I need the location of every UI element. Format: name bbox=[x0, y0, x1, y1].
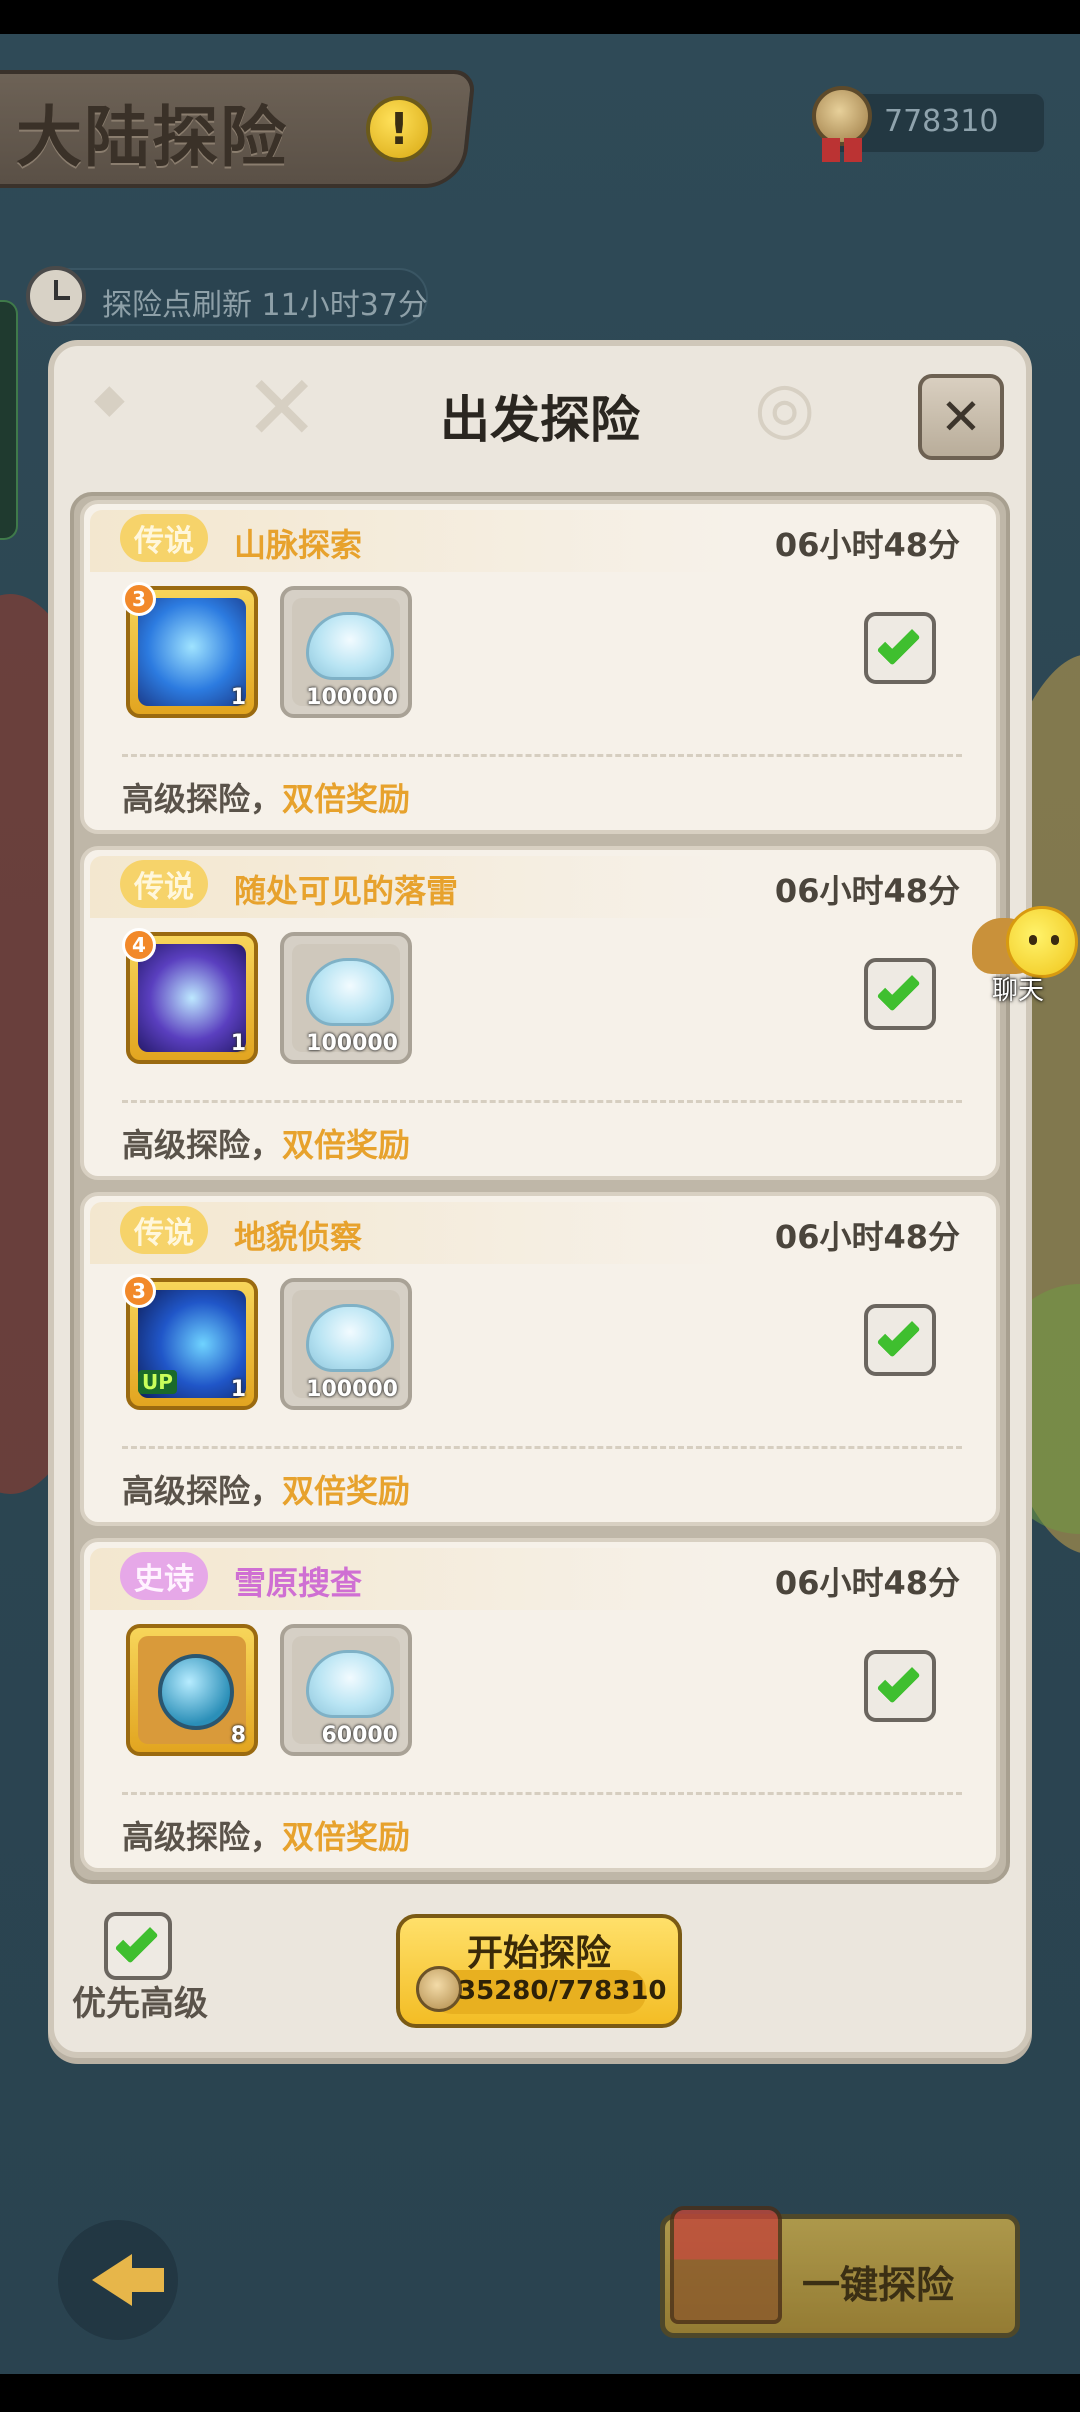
reward-shell-slot[interactable]: 60000 bbox=[280, 1624, 412, 1756]
quest-checkbox[interactable] bbox=[864, 958, 936, 1030]
rarity-tag: 传说 bbox=[120, 514, 208, 562]
reward-skill-slot[interactable]: 3 1 bbox=[122, 582, 258, 718]
shell-icon bbox=[306, 1650, 394, 1718]
item-count: 1 bbox=[230, 1377, 246, 1402]
chat-label[interactable]: 聊天 bbox=[992, 970, 1044, 1007]
rarity-tag: 史诗 bbox=[120, 1552, 208, 1600]
quest-name: 山脉探索 bbox=[234, 526, 363, 564]
item-count: 1 bbox=[230, 685, 246, 710]
checkmark-icon bbox=[876, 1659, 921, 1704]
medal-icon bbox=[416, 1966, 462, 2012]
quest-duration: 06小时48分 bbox=[774, 1564, 960, 1602]
divider bbox=[122, 1446, 962, 1449]
back-arrow-icon bbox=[92, 2254, 164, 2306]
item-count: 100000 bbox=[306, 1031, 398, 1056]
level-badge: 4 bbox=[122, 928, 156, 962]
quest-checkbox[interactable] bbox=[864, 1650, 936, 1722]
bonus-prefix: 高级探险， bbox=[122, 1818, 283, 1856]
bonus-prefix: 高级探险， bbox=[122, 1472, 283, 1510]
priority-label: 优先高级 bbox=[72, 1984, 208, 2024]
quest-duration: 06小时48分 bbox=[774, 526, 960, 564]
divider bbox=[122, 754, 962, 757]
bonus-text: 高级探险，双倍奖励 bbox=[122, 1812, 410, 1858]
clock-icon bbox=[26, 266, 86, 326]
checkmark-icon bbox=[876, 967, 921, 1012]
priority-checkbox[interactable] bbox=[104, 1912, 172, 1980]
shell-icon bbox=[306, 612, 394, 680]
quest-card[interactable]: 传说 随处可见的落雷 06小时48分 4 1 100000 高级探险，双倍奖励 bbox=[80, 846, 1000, 1180]
bonus-prefix: 高级探险， bbox=[122, 780, 283, 818]
item-count: 100000 bbox=[306, 685, 398, 710]
checkmark-icon bbox=[876, 621, 921, 666]
reward-shell-slot[interactable]: 100000 bbox=[280, 1278, 412, 1410]
divider bbox=[122, 1100, 962, 1103]
level-badge: 3 bbox=[122, 1274, 156, 1308]
quest-card[interactable]: 史诗 雪原搜查 06小时48分 8 60000 高级探险，双倍奖励 bbox=[80, 1538, 1000, 1872]
bonus-highlight: 双倍奖励 bbox=[282, 1472, 411, 1510]
quest-card[interactable]: 传说 地貌侦察 06小时48分 3 UP 1 100000 高级探险，双倍奖励 bbox=[80, 1192, 1000, 1526]
quest-card[interactable]: 传说 山脉探索 06小时48分 3 1 100000 高级探险，双倍奖励 bbox=[80, 500, 1000, 834]
item-count: 60000 bbox=[321, 1723, 398, 1748]
quest-name: 随处可见的落雷 bbox=[234, 872, 459, 910]
quest-name: 地貌侦察 bbox=[234, 1218, 363, 1256]
exclamation-icon[interactable]: ! bbox=[366, 96, 432, 162]
reward-shell-slot[interactable]: 100000 bbox=[280, 932, 412, 1064]
upgrade-badge: UP bbox=[138, 1370, 177, 1394]
bonus-prefix: 高级探险， bbox=[122, 1126, 283, 1164]
quest-name: 雪原搜查 bbox=[234, 1564, 363, 1602]
rarity-tag: 传说 bbox=[120, 1206, 208, 1254]
close-button[interactable]: ✕ bbox=[918, 374, 1004, 460]
close-icon: ✕ bbox=[940, 388, 982, 446]
level-badge: 3 bbox=[122, 582, 156, 616]
reward-shell-slot[interactable]: 100000 bbox=[280, 586, 412, 718]
quest-duration: 06小时48分 bbox=[774, 872, 960, 910]
chat-face-icon[interactable] bbox=[1006, 906, 1078, 978]
start-cost: 35280/778310 bbox=[458, 1976, 667, 2006]
rarity-tag: 传说 bbox=[120, 860, 208, 908]
reward-item-slot[interactable]: 8 bbox=[126, 1624, 258, 1756]
bonus-highlight: 双倍奖励 bbox=[282, 780, 411, 818]
shell-icon bbox=[306, 958, 394, 1026]
bonus-text: 高级探险，双倍奖励 bbox=[122, 1120, 410, 1166]
back-button[interactable] bbox=[58, 2220, 178, 2340]
bonus-text: 高级探险，双倍奖励 bbox=[122, 774, 410, 820]
treasure-chest-icon bbox=[670, 2206, 782, 2324]
page-title: 大陆探险 bbox=[16, 99, 288, 176]
checkmark-icon bbox=[876, 1313, 921, 1358]
checkmark-icon bbox=[114, 1919, 159, 1964]
item-count: 1 bbox=[230, 1031, 246, 1056]
bonus-highlight: 双倍奖励 bbox=[282, 1818, 411, 1856]
one-key-expedition-label: 一键探险 bbox=[802, 2263, 955, 2307]
currency-value: 778310 bbox=[884, 104, 999, 139]
bonus-text: 高级探险，双倍奖励 bbox=[122, 1466, 410, 1512]
reward-skill-slot[interactable]: 3 UP 1 bbox=[122, 1274, 258, 1410]
item-count: 100000 bbox=[306, 1377, 398, 1402]
refresh-timer-text: 探险点刷新 11小时37分 bbox=[102, 288, 428, 323]
quest-checkbox[interactable] bbox=[864, 612, 936, 684]
quest-duration: 06小时48分 bbox=[774, 1218, 960, 1256]
shell-icon bbox=[306, 1304, 394, 1372]
item-count: 8 bbox=[230, 1723, 246, 1748]
medal-icon bbox=[812, 86, 872, 162]
divider bbox=[122, 1792, 962, 1795]
reward-skill-slot[interactable]: 4 1 bbox=[122, 928, 258, 1064]
bonus-highlight: 双倍奖励 bbox=[282, 1126, 411, 1164]
quest-checkbox[interactable] bbox=[864, 1304, 936, 1376]
